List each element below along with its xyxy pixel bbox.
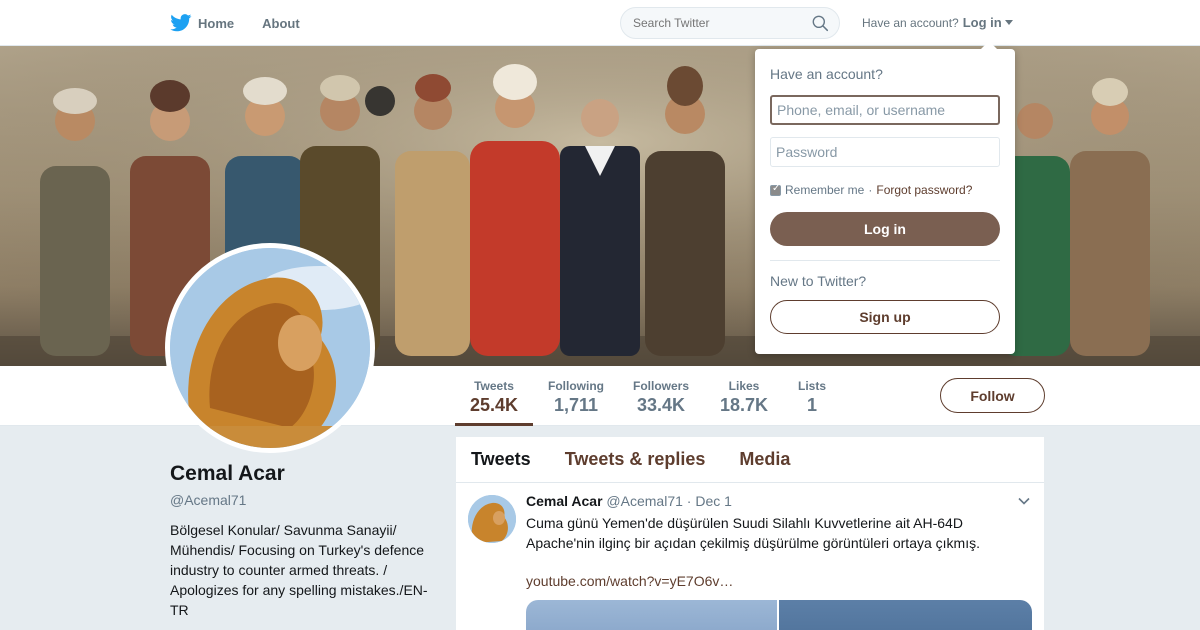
caret-down-icon[interactable] — [1004, 20, 1013, 25]
nav-left: Home About — [170, 0, 328, 46]
tweet-media-image-2[interactable] — [779, 600, 1032, 630]
lion-avatar-image — [170, 248, 370, 448]
twitter-bird-icon — [170, 14, 192, 32]
have-account-text: Have an account? — [862, 15, 959, 30]
nav-home-label: Home — [198, 15, 235, 31]
stat-label: Followers — [632, 379, 689, 393]
stat-value: 1,711 — [553, 395, 599, 415]
stat-value: 25.4K — [469, 395, 519, 415]
tweet-media-image-1[interactable] — [526, 600, 777, 630]
remember-row: Remember me · Forgot password? — [770, 183, 972, 197]
password-field[interactable] — [770, 137, 1000, 167]
remember-me-label[interactable]: Remember me — [785, 183, 864, 197]
tweet-text: Cuma günü Yemen'de düşürülen Suudi Silah… — [526, 515, 980, 551]
lion-avatar-image — [468, 495, 516, 543]
tweet[interactable]: Cemal Acar @Acemal71 · Dec 1 Cuma günü Y… — [456, 483, 1044, 630]
tab-tweets-replies[interactable]: Tweets & replies — [565, 449, 706, 470]
stat-label: Lists — [797, 379, 826, 393]
stat-value: 1 — [806, 395, 817, 415]
timeline-tabs: Tweets Tweets & replies Media — [456, 437, 1044, 483]
stat-value: 33.4K — [636, 395, 686, 415]
tab-media[interactable]: Media — [739, 449, 790, 470]
stat-value: 18.7K — [719, 395, 769, 415]
username-field[interactable] — [770, 95, 1000, 125]
nav-home[interactable]: Home — [170, 14, 234, 32]
separator-dot: · — [868, 183, 873, 197]
follow-button[interactable]: Follow — [940, 378, 1045, 413]
stat-followers[interactable]: Followers 33.4K — [625, 366, 697, 426]
search-box[interactable] — [620, 7, 840, 39]
stat-tweets[interactable]: Tweets 25.4K — [455, 366, 533, 426]
stat-label: Likes — [728, 379, 760, 393]
new-to-twitter-text: New to Twitter? — [770, 273, 867, 289]
nav-about[interactable]: About — [262, 16, 300, 31]
login-link[interactable]: Log in — [963, 15, 1002, 30]
stat-likes[interactable]: Likes 18.7K — [712, 366, 776, 426]
remember-me-checkbox[interactable] — [770, 183, 781, 196]
profile-card: Cemal Acar @Acemal71 Bölgesel Konular/ S… — [170, 462, 440, 620]
dropdown-arrow — [981, 41, 997, 49]
dropdown-title: Have an account? — [770, 66, 883, 82]
forgot-password-link[interactable]: Forgot password? — [876, 183, 972, 197]
tweet-author-handle[interactable]: @Acemal71 — [606, 493, 682, 509]
chevron-down-icon[interactable] — [1018, 495, 1030, 507]
stat-label: Following — [548, 379, 604, 393]
tweet-date[interactable]: · Dec 1 — [687, 493, 732, 509]
login-dropdown: Have an account? Remember me · Forgot pa… — [755, 41, 1015, 354]
profile-bio: Bölgesel Konular/ Savunma Sanayii/ Mühen… — [170, 522, 428, 618]
search-input[interactable] — [633, 16, 803, 30]
profile-avatar[interactable] — [165, 243, 375, 453]
profile-handle[interactable]: @Acemal71 — [170, 492, 440, 508]
account-login-toggle[interactable]: Have an account? Log in — [862, 15, 1013, 30]
profile-name[interactable]: Cemal Acar — [170, 462, 440, 486]
tweet-avatar[interactable] — [468, 495, 516, 543]
tweet-link[interactable]: youtube.com/watch?v=yE7O6v… — [526, 573, 733, 589]
signup-button[interactable]: Sign up — [770, 300, 1000, 334]
tweet-author-name[interactable]: Cemal Acar — [526, 493, 603, 509]
tweet-media[interactable] — [526, 600, 1032, 630]
nav-about-label: About — [262, 15, 300, 31]
top-navigation-bar: Home About Have an account? Log in — [0, 0, 1200, 46]
stat-lists[interactable]: Lists 1 — [790, 366, 834, 426]
stat-label: Tweets — [474, 379, 514, 393]
timeline: Tweets Tweets & replies Media Cemal Acar… — [456, 437, 1044, 630]
login-button[interactable]: Log in — [770, 212, 1000, 246]
tweet-header: Cemal Acar @Acemal71 · Dec 1 — [526, 493, 732, 509]
tab-tweets[interactable]: Tweets — [471, 449, 531, 470]
divider — [770, 260, 1000, 261]
stat-following[interactable]: Following 1,711 — [540, 366, 612, 426]
search-icon[interactable] — [812, 15, 829, 32]
